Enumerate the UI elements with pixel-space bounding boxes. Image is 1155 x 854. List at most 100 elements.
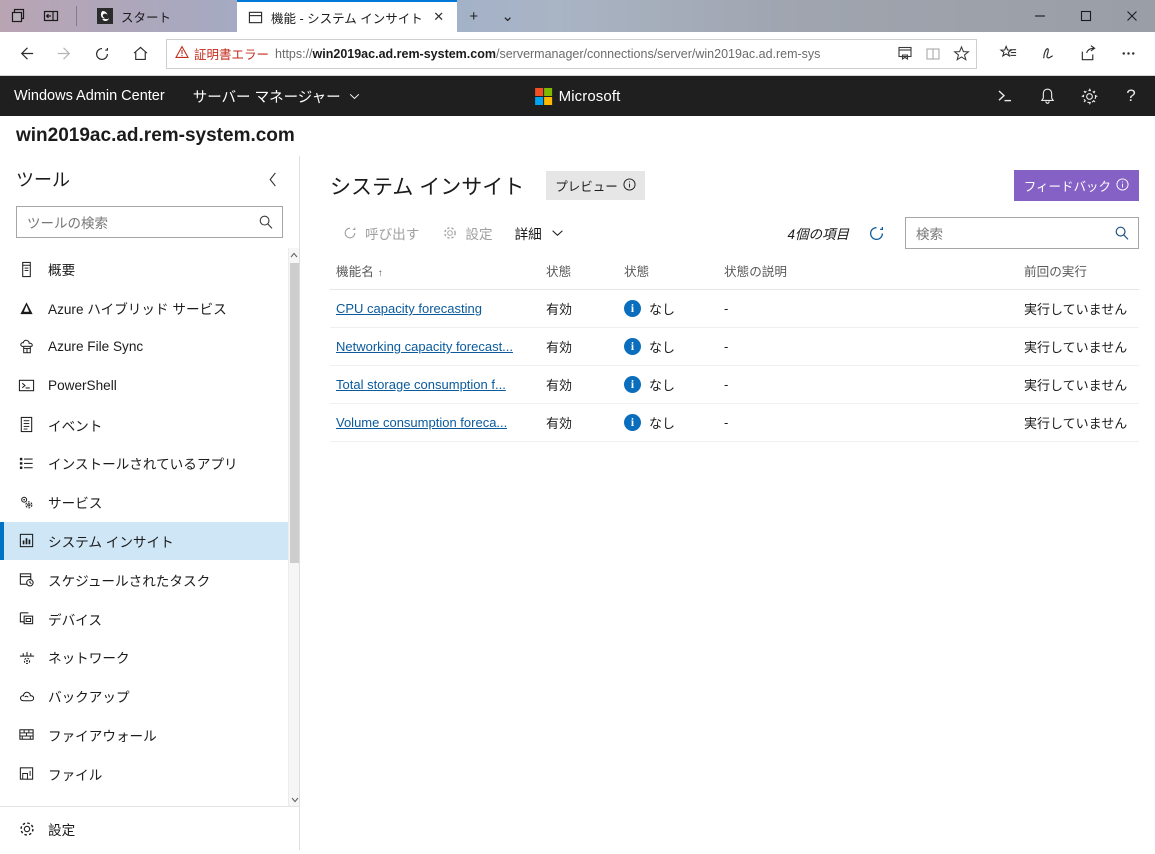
capability-link[interactable]: Volume consumption foreca... <box>336 415 507 430</box>
sidebar-item-azure-file-sync[interactable]: Azure File Sync <box>0 328 299 367</box>
home-button[interactable] <box>122 36 158 72</box>
sidebar-item-label: ファイル <box>48 767 103 783</box>
notification-bell-icon[interactable] <box>1037 86 1057 106</box>
settings-button-label: 設定 <box>465 227 493 242</box>
tab-list-chevron-down-icon[interactable]: ⌄ <box>491 0 525 32</box>
settings-gear-icon[interactable] <box>1079 86 1099 106</box>
files-folder-icon <box>17 764 36 783</box>
cell-status: i なし <box>618 403 718 442</box>
address-bar[interactable]: 証明書エラー https://win2019ac.ad.rem-system.c… <box>166 38 977 69</box>
tools-search-input[interactable]: ツールの検索 <box>16 206 283 238</box>
sidebar-item-network[interactable]: ネットワーク <box>0 638 299 677</box>
sidebar-item-scheduled-tasks[interactable]: スケジュールされたタスク <box>0 560 299 599</box>
feedback-button[interactable]: フィードバック <box>1013 170 1139 201</box>
sidebar-item-system-insights[interactable]: システム インサイト <box>0 521 299 561</box>
certificate-error-indicator[interactable]: 証明書エラー <box>175 44 269 63</box>
sidebar-item-firewall[interactable]: ファイアウォール <box>0 716 299 755</box>
sidebar-item-label: Azure ハイブリッド サービス <box>48 302 227 318</box>
sidebar-item-azure-hybrid-services[interactable]: Azure ハイブリッド サービス <box>0 289 299 328</box>
close-window-button[interactable] <box>1109 0 1155 32</box>
sidebar-item-label: デバイス <box>48 612 102 628</box>
cell-capability-name: CPU capacity forecasting <box>330 289 540 328</box>
column-header-capability-name[interactable]: 機能名 ↑ <box>330 255 540 290</box>
column-header-status-description[interactable]: 状態の説明 <box>718 255 1018 290</box>
collections-icon[interactable] <box>989 36 1027 72</box>
event-log-icon <box>17 415 36 434</box>
wac-brand[interactable]: Windows Admin Center <box>14 88 165 104</box>
info-circle-icon: i <box>624 300 641 317</box>
table-row[interactable]: Volume consumption foreca... 有効 i なし - 実… <box>330 403 1139 442</box>
sidebar-item-label: インストールされているアプリ <box>48 457 238 473</box>
sidebar-item-events[interactable]: イベント <box>0 405 299 444</box>
sidebar-item-backup[interactable]: バックアップ <box>0 677 299 716</box>
search-icon[interactable] <box>1113 225 1130 242</box>
table-row[interactable]: CPU capacity forecasting 有効 i なし - 実行してい… <box>330 289 1139 328</box>
sidebar-item-files[interactable]: ファイル <box>0 754 299 793</box>
details-dropdown-label: 詳細 <box>514 227 542 242</box>
new-tab-button[interactable]: + <box>457 0 491 32</box>
sidebar-item-powershell[interactable]: PowerShell <box>0 366 299 405</box>
wac-section-selector[interactable]: サーバー マネージャー <box>193 86 360 107</box>
minimize-button[interactable] <box>1017 0 1063 32</box>
cell-status-description: - <box>718 289 1018 328</box>
help-question-icon[interactable]: ? <box>1121 86 1141 106</box>
forward-button[interactable] <box>46 36 82 72</box>
system-insights-table: 機能名 ↑ 状態 状態 状態の説明 前回の実行 CPU capacity fore… <box>330 255 1139 442</box>
sidebar-item-overview[interactable]: 概要 <box>0 250 299 289</box>
sidebar-item-label: バックアップ <box>48 690 130 706</box>
preview-badge-label: プレビュー <box>555 180 618 194</box>
sidebar-scrollbar[interactable] <box>288 248 299 806</box>
back-button[interactable] <box>8 36 44 72</box>
capability-link[interactable]: Networking capacity forecast... <box>336 339 513 354</box>
browser-tab-active[interactable]: 機能 - システム インサイト ✕ <box>237 0 457 32</box>
favorite-star-icon[interactable] <box>952 45 970 63</box>
browser-tab-start[interactable]: スタート <box>87 0 237 32</box>
scroll-up-arrow-icon[interactable] <box>289 248 299 261</box>
invoke-button[interactable]: 呼び出す <box>330 218 430 248</box>
reading-view-icon[interactable] <box>924 45 942 63</box>
powershell-icon[interactable] <box>995 86 1015 106</box>
info-circle-icon <box>623 177 636 194</box>
url-host: win2019ac.ad.rem-system.com <box>312 46 496 61</box>
sidebar-item-settings[interactable]: 設定 <box>0 806 299 850</box>
column-header-last-run[interactable]: 前回の実行 <box>1018 255 1139 290</box>
services-gear-icon <box>17 493 36 512</box>
capability-link[interactable]: Total storage consumption f... <box>336 377 506 392</box>
search-icon[interactable] <box>257 214 274 231</box>
share-icon[interactable] <box>1069 36 1107 72</box>
more-settings-icon[interactable] <box>1109 36 1147 72</box>
info-circle-icon: i <box>624 414 641 431</box>
notes-pen-icon[interactable] <box>1029 36 1067 72</box>
table-row[interactable]: Networking capacity forecast... 有効 i なし … <box>330 327 1139 366</box>
sidebar-item-label: PowerShell <box>48 378 117 394</box>
column-header-status[interactable]: 状態 <box>618 255 718 290</box>
grid-search-input[interactable]: 検索 <box>905 217 1139 249</box>
split-screen-icon[interactable] <box>42 7 60 25</box>
tab-title-active: 機能 - システム インサイト <box>271 11 423 26</box>
scheduled-task-icon <box>17 570 36 589</box>
sidebar-header: ツール <box>0 156 299 198</box>
maximize-button[interactable] <box>1063 0 1109 32</box>
reader-save-icon[interactable] <box>896 45 914 63</box>
table-row[interactable]: Total storage consumption f... 有効 i なし -… <box>330 365 1139 404</box>
cell-capability-name: Total storage consumption f... <box>330 365 540 404</box>
content-area: ツール ツールの検索 概要 Azure ハイブリッド サービス Azure Fi <box>0 156 1155 850</box>
scrollbar-thumb[interactable] <box>290 263 299 563</box>
settings-button[interactable]: 設定 <box>430 218 503 248</box>
sidebar-item-services[interactable]: サービス <box>0 483 299 522</box>
sidebar-item-devices[interactable]: デバイス <box>0 599 299 638</box>
refresh-circular-icon <box>341 225 358 242</box>
powershell-icon <box>17 376 36 395</box>
column-header-state[interactable]: 状態 <box>540 255 618 290</box>
refresh-grid-button[interactable] <box>863 220 889 246</box>
scroll-down-arrow-icon[interactable] <box>289 793 299 806</box>
capability-link[interactable]: CPU capacity forecasting <box>336 301 482 316</box>
titlebar-divider <box>76 6 77 26</box>
details-dropdown[interactable]: 詳細 <box>504 218 577 248</box>
preview-badge[interactable]: プレビュー <box>546 171 645 200</box>
sidebar-item-installed-apps[interactable]: インストールされているアプリ <box>0 444 299 483</box>
chevron-left-icon[interactable] <box>263 169 283 189</box>
tab-preview-icon[interactable] <box>10 7 28 25</box>
close-icon[interactable]: ✕ <box>431 9 447 25</box>
reload-button[interactable] <box>84 36 120 72</box>
